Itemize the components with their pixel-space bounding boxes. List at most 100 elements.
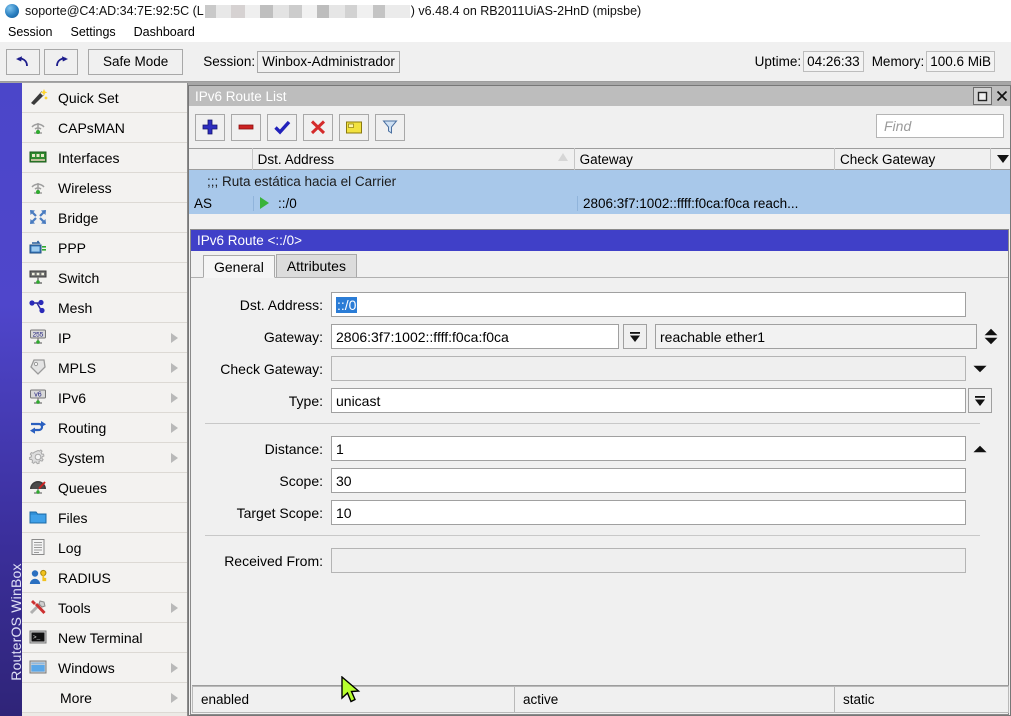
check-gateway-label: Check Gateway:: [191, 361, 331, 377]
sidebar-item-switch[interactable]: Switch: [22, 263, 188, 293]
filter-button[interactable]: [375, 114, 405, 141]
sidebar-item-files[interactable]: Files: [22, 503, 188, 533]
main-toolbar: Safe Mode Session: Winbox-Administrador …: [0, 42, 1011, 82]
sidebar-item-label: Switch: [58, 270, 99, 286]
dst-address-value: ::/0: [336, 297, 357, 313]
tab-general[interactable]: General: [203, 255, 275, 278]
type-dropdown-button[interactable]: [968, 388, 992, 413]
menu-dashboard[interactable]: Dashboard: [125, 25, 204, 39]
app-title-bar: soporte@C4:AD:34:7E:92:5C (L ) v6.48.4 o…: [0, 0, 1011, 22]
svg-text:255: 255: [33, 331, 44, 338]
distance-label: Distance:: [191, 441, 331, 457]
column-check-gateway[interactable]: Check Gateway: [835, 148, 991, 170]
target-scope-input[interactable]: 10: [331, 500, 966, 525]
spinner-up-icon: [985, 329, 998, 335]
received-from-spacer: [966, 548, 994, 573]
sidebar-item-label: IPv6: [58, 390, 86, 406]
disable-button[interactable]: [303, 114, 333, 141]
sidebar-item-bridge[interactable]: Bridge: [22, 203, 188, 233]
sidebar-item-mesh[interactable]: Mesh: [22, 293, 188, 323]
sidebar-item-more[interactable]: More: [22, 683, 188, 713]
uptime-label: Uptime:: [755, 54, 802, 69]
remove-button[interactable]: [231, 114, 261, 141]
sidebar-item-windows[interactable]: Windows: [22, 653, 188, 683]
menu-session[interactable]: Session: [0, 25, 61, 39]
session-value[interactable]: Winbox-Administrador: [257, 51, 400, 73]
column-dst-address[interactable]: Dst. Address: [253, 148, 575, 170]
check-gateway-dropdown-button[interactable]: [966, 356, 994, 381]
type-input[interactable]: unicast: [331, 388, 966, 413]
gateway-dropdown-button[interactable]: [623, 324, 647, 349]
route-list-title: IPv6 Route List: [195, 89, 287, 104]
sidebar-item-label: Files: [58, 510, 88, 526]
sidebar-item-label: MPLS: [58, 360, 96, 376]
close-button[interactable]: [994, 87, 1010, 105]
comment-button[interactable]: [339, 114, 369, 141]
plus-icon: [202, 119, 218, 135]
ipv6-route-dialog: IPv6 Route <::/0> General Attributes Dst…: [190, 229, 1009, 715]
gateway-input[interactable]: 2806:3f7:1002::ffff:f0ca:f0ca: [331, 324, 619, 349]
menu-settings[interactable]: Settings: [61, 25, 124, 39]
sidebar-item-queues[interactable]: Queues: [22, 473, 188, 503]
column-chooser-button[interactable]: [996, 155, 1010, 163]
column-flags[interactable]: [189, 148, 253, 170]
received-from-input: [331, 548, 966, 573]
sidebar-item-tools[interactable]: Tools: [22, 593, 188, 623]
sidebar-item-interfaces[interactable]: Interfaces: [22, 143, 188, 173]
sidebar-item-label: Routing: [58, 420, 106, 436]
uptime-value: 04:26:33: [803, 51, 864, 72]
table-row-comment[interactable]: ;;; Ruta estática hacia el Carrier: [189, 170, 1010, 192]
ipv6-route-list-window: IPv6 Route List: [188, 85, 1011, 716]
maximize-button[interactable]: [973, 87, 992, 105]
submenu-arrow-icon: [171, 603, 178, 613]
chevron-down-bar-icon: [628, 330, 642, 344]
sidebar-item-ip[interactable]: 255IP: [22, 323, 188, 353]
safe-mode-button[interactable]: Safe Mode: [88, 49, 183, 75]
sidebar-item-ppp[interactable]: PPP: [22, 233, 188, 263]
column-gateway[interactable]: Gateway: [575, 148, 835, 170]
row-dst-address: ::/0: [253, 196, 577, 211]
distance-input[interactable]: 1: [331, 436, 966, 461]
sidebar-item-routing[interactable]: Routing: [22, 413, 188, 443]
sidebar-item-label: System: [58, 450, 105, 466]
sidebar-item-system[interactable]: System: [22, 443, 188, 473]
gear-icon: [28, 448, 50, 468]
add-button[interactable]: [195, 114, 225, 141]
submenu-arrow-icon: [171, 363, 178, 373]
winbox-application: soporte@C4:AD:34:7E:92:5C (L ) v6.48.4 o…: [0, 0, 1011, 716]
undo-button[interactable]: [6, 49, 40, 75]
field-dst-address: Dst. Address: ::/0: [191, 292, 994, 317]
find-input[interactable]: [882, 117, 1003, 135]
sidebar-item-ipv6[interactable]: v6IPv6: [22, 383, 188, 413]
submenu-arrow-icon: [171, 333, 178, 343]
app-title-suffix: ) v6.48.4 on RB2011UiAS-2HnD (mipsbe): [411, 4, 641, 18]
sidebar-item-label: Bridge: [58, 210, 98, 226]
sidebar-item-label: PPP: [58, 240, 86, 256]
note-icon: [345, 120, 363, 135]
sidebar-item-capsman[interactable]: CAPsMAN: [22, 113, 188, 143]
scope-input[interactable]: 30: [331, 468, 966, 493]
sidebar-item-mpls[interactable]: MPLS: [22, 353, 188, 383]
sidebar-item-log[interactable]: Log: [22, 533, 188, 563]
gateway-spinner[interactable]: [977, 324, 1005, 349]
submenu-arrow-icon: [171, 663, 178, 673]
sidebar-item-radius[interactable]: RADIUS: [22, 563, 188, 593]
check-gateway-input[interactable]: [331, 356, 966, 381]
dst-address-input[interactable]: ::/0: [331, 292, 966, 317]
redo-button[interactable]: [44, 49, 78, 75]
distance-stepper[interactable]: [966, 436, 994, 461]
table-row[interactable]: AS ::/0 2806:3f7:1002::ffff:f0ca:f0ca re…: [189, 192, 1010, 214]
cross-icon: [310, 120, 326, 135]
spinner-down-icon: [985, 338, 998, 344]
magic-wand-icon: [28, 88, 50, 108]
sidebar-item-quick-set[interactable]: Quick Set: [22, 83, 188, 113]
sidebar-item-new-terminal[interactable]: >_New Terminal: [22, 623, 188, 653]
terminal-icon: >_: [28, 628, 50, 648]
cursor-arrow-icon: [341, 676, 363, 706]
tab-attributes[interactable]: Attributes: [276, 254, 357, 277]
sidebar-item-wireless[interactable]: Wireless: [22, 173, 188, 203]
find-field[interactable]: [876, 114, 1004, 138]
window-icon: [28, 658, 50, 678]
enable-button[interactable]: [267, 114, 297, 141]
type-label: Type:: [191, 393, 331, 409]
